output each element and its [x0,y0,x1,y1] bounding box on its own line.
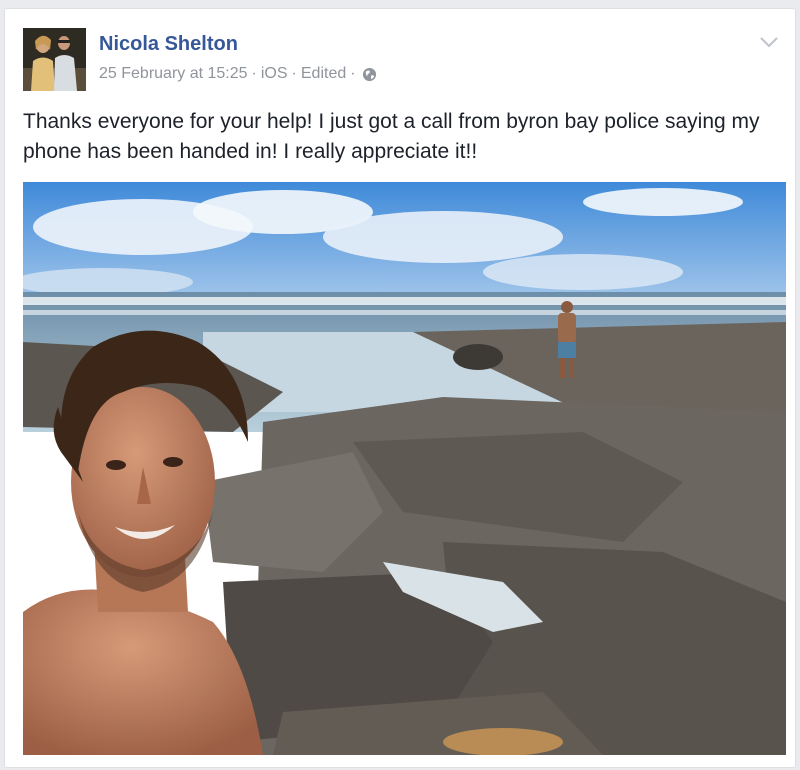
beach-selfie-image [23,182,786,755]
globe-icon[interactable] [362,67,377,82]
author-name[interactable]: Nicola Shelton [99,33,238,56]
meta-separator: · [291,65,297,82]
chevron-down-icon[interactable] [759,35,779,49]
author-avatar[interactable] [23,28,86,91]
avatar-image [23,28,86,91]
post-timestamp[interactable]: 25 February at 15:25 [99,65,248,83]
post-text: Thanks everyone for your help! I just go… [23,110,760,163]
post-photo[interactable] [23,182,786,755]
post-card: Nicola Shelton 25 February at 15:25 · iO… [4,8,796,768]
post-source[interactable]: iOS [261,65,288,83]
edited-label[interactable]: Edited [301,65,346,83]
meta-separator: · [251,65,257,82]
post-meta: 25 February at 15:25 · iOS · Edited · [99,65,377,83]
meta-separator: · [350,65,356,82]
